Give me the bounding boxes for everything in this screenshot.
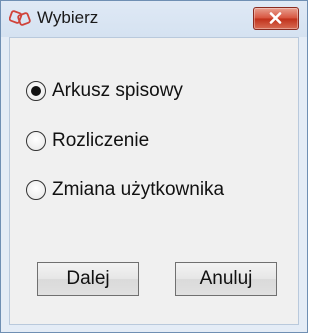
radio-option-rozliczenie[interactable]: Rozliczenie (26, 130, 149, 152)
close-button[interactable] (253, 7, 299, 30)
radio-button[interactable] (26, 180, 46, 200)
window-title: Wybierz (37, 8, 99, 27)
radio-button[interactable] (26, 131, 46, 151)
title-bar[interactable]: Wybierz (1, 1, 307, 37)
app-logo-icon (8, 9, 31, 27)
next-button[interactable]: Dalej (37, 262, 139, 296)
dialog-content: Arkusz spisowy Rozliczenie Zmiana użytko… (9, 37, 299, 325)
close-icon (269, 12, 282, 24)
radio-option-zmiana-uzytkownika[interactable]: Zmiana użytkownika (26, 179, 224, 201)
radio-option-arkusz-spisowy[interactable]: Arkusz spisowy (26, 80, 183, 102)
radio-label: Rozliczenie (52, 130, 150, 151)
radio-label: Arkusz spisowy (52, 80, 183, 101)
radio-button[interactable] (26, 81, 46, 101)
radio-label: Zmiana użytkownika (52, 179, 225, 200)
dialog-window: Wybierz Arkusz spisowy Rozliczenie Zmian… (0, 0, 308, 333)
cancel-button[interactable]: Anuluj (175, 262, 277, 296)
